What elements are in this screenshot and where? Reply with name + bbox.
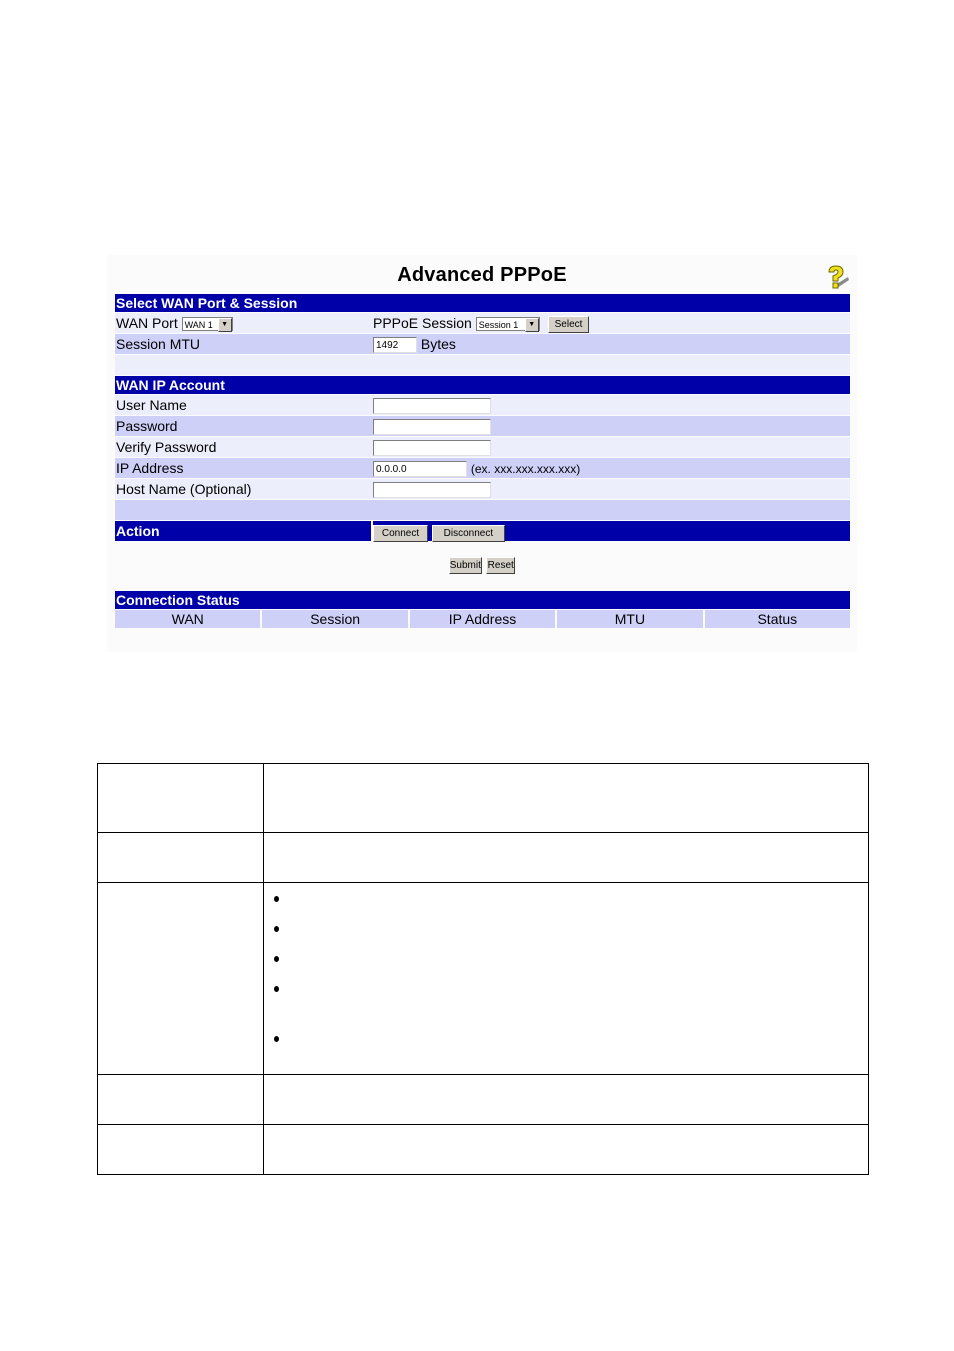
bullet-icon xyxy=(274,1036,279,1042)
host-name-label: Host Name (Optional) xyxy=(116,481,252,497)
password-label: Password xyxy=(116,418,178,434)
wan-port-row: WAN Port WAN 1 ▼ PPPoE Session Session 1… xyxy=(115,312,850,333)
router-screenshot: Advanced PPPoE Select WAN Port & Session… xyxy=(107,255,857,652)
wan-port-select[interactable]: WAN 1 ▼ xyxy=(181,317,233,333)
status-table-header: WAN Session IP Address MTU Status xyxy=(115,610,851,628)
ip-address-hint: (ex. xxx.xxx.xxx.xxx) xyxy=(470,462,581,476)
table-row xyxy=(97,1124,869,1175)
host-name-input[interactable] xyxy=(373,482,491,499)
connection-status-section: Connection Status WAN Session IP Address… xyxy=(115,591,851,628)
spacer-row xyxy=(115,354,850,375)
connect-button[interactable]: Connect xyxy=(373,524,428,542)
verify-password-label: Verify Password xyxy=(116,439,217,455)
column-header-status: Status xyxy=(704,610,851,628)
wan-port-label: WAN Port xyxy=(116,315,178,331)
session-mtu-label: Session MTU xyxy=(116,336,201,352)
table-row xyxy=(97,832,869,883)
spacer-row xyxy=(115,499,850,520)
table-cell xyxy=(97,763,264,833)
page-title: Advanced PPPoE xyxy=(397,264,567,286)
list-item xyxy=(264,883,868,913)
table-row xyxy=(97,882,869,1075)
ip-address-input[interactable] xyxy=(373,461,467,478)
host-name-row: Host Name (Optional) xyxy=(115,478,850,499)
table-cell xyxy=(263,763,869,833)
table-cell xyxy=(263,832,869,883)
pppoe-session-value: Session 1 xyxy=(478,320,519,331)
bullet-icon xyxy=(274,896,279,902)
list-item xyxy=(264,913,868,943)
chevron-down-icon: ▼ xyxy=(217,318,232,333)
pppoe-session-label: PPPoE Session xyxy=(373,315,472,331)
verify-password-input[interactable] xyxy=(373,440,491,457)
table-row xyxy=(97,1074,869,1125)
table-cell xyxy=(97,882,264,1075)
bullet-icon xyxy=(274,986,279,992)
verify-password-row: Verify Password xyxy=(115,436,850,457)
table-cell xyxy=(263,1074,869,1125)
column-header-ip-address: IP Address xyxy=(409,610,556,628)
user-name-label: User Name xyxy=(116,397,187,413)
ip-address-label: IP Address xyxy=(116,460,184,476)
section-header-connection-status: Connection Status xyxy=(115,591,850,609)
user-name-row: User Name xyxy=(115,394,850,415)
help-question-icon[interactable] xyxy=(821,263,851,293)
chevron-down-icon: ▼ xyxy=(524,318,539,333)
table-cell xyxy=(263,1124,869,1175)
table-cell xyxy=(263,882,869,1075)
table-row xyxy=(97,763,869,833)
action-bar: Action Connect Disconnect xyxy=(115,521,850,542)
wan-ip-account-section: WAN IP Account User Name Password Verify… xyxy=(115,376,850,520)
user-name-input[interactable] xyxy=(373,398,491,415)
submit-button[interactable]: Submit xyxy=(448,557,482,575)
disconnect-button[interactable]: Disconnect xyxy=(431,524,505,542)
session-mtu-row: Session MTU Bytes xyxy=(115,333,850,354)
form-buttons: Submit Reset xyxy=(107,557,857,575)
list-item xyxy=(264,1023,868,1053)
password-row: Password xyxy=(115,415,850,436)
wan-port-value: WAN 1 xyxy=(184,320,213,331)
description-table xyxy=(97,763,869,1175)
column-header-mtu: MTU xyxy=(557,610,703,628)
section-header-wan-ip-account: WAN IP Account xyxy=(115,376,850,394)
reset-button[interactable]: Reset xyxy=(486,557,516,575)
select-button[interactable]: Select xyxy=(547,315,590,333)
list-item xyxy=(264,973,868,1023)
table-cell xyxy=(97,1124,264,1175)
list-item xyxy=(264,943,868,973)
pppoe-session-select[interactable]: Session 1 ▼ xyxy=(475,317,540,333)
table-cell xyxy=(97,832,264,883)
section-header-select-wan: Select WAN Port & Session xyxy=(115,294,850,312)
select-wan-section: Select WAN Port & Session WAN Port WAN 1… xyxy=(115,294,850,375)
session-mtu-input[interactable] xyxy=(373,337,417,354)
mtu-unit-label: Bytes xyxy=(420,336,456,352)
bullet-icon xyxy=(274,926,279,932)
column-header-wan: WAN xyxy=(115,610,261,628)
table-cell xyxy=(97,1074,264,1125)
section-header-action: Action xyxy=(116,523,160,539)
ip-address-row: IP Address (ex. xxx.xxx.xxx.xxx) xyxy=(115,457,850,478)
bullet-list xyxy=(264,883,868,1053)
bullet-icon xyxy=(274,956,279,962)
password-input[interactable] xyxy=(373,419,491,436)
action-section: Action Connect Disconnect xyxy=(115,521,850,542)
column-header-session: Session xyxy=(262,610,408,628)
